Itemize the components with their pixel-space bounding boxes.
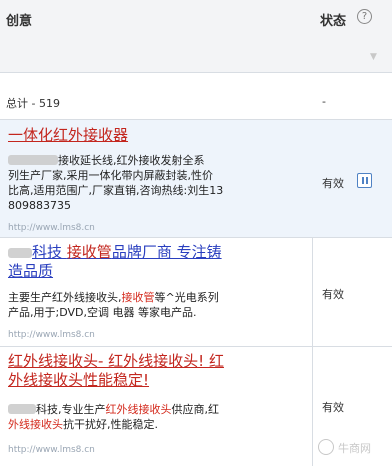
ad-desc-line: 809883735	[8, 199, 71, 212]
ad-creative-table: 创意 状态 ? ▼ 总计 - 519 - 一体化红外接收器 接收延长线,红外接收…	[0, 0, 392, 466]
total-count: 总计 - 519	[6, 97, 60, 110]
ad-url-1[interactable]: http://www.lms8.cn	[8, 223, 95, 233]
ad-title-text: 外线接收头性能稳定!	[8, 371, 150, 389]
ad-desc-line: 比高,适用范围广,厂家直销,咨询热线:刘生13	[8, 184, 224, 197]
watermark-logo-icon	[318, 439, 334, 455]
column-header-creative[interactable]: 创意	[6, 10, 32, 29]
total-row: 总计 - 519 -	[0, 73, 392, 120]
ad-title-keyword: 接收管	[66, 243, 112, 261]
watermark-text: 牛商网	[338, 442, 371, 455]
ad-desc-text: 科技,专业生产	[36, 403, 106, 416]
ad-desc-keyword: 外线接收头	[8, 418, 63, 431]
ad-status-1: 有效	[322, 177, 344, 190]
ad-title-text: 红外线接收头- 红外线接收头! 红	[8, 352, 224, 370]
redacted-smudge	[8, 155, 58, 165]
ad-desc-keyword: 红外线接收头	[105, 403, 172, 416]
redacted-smudge	[8, 404, 36, 414]
table-header: 创意 状态 ? ▼	[0, 0, 392, 73]
watermark: 牛商网	[318, 439, 371, 456]
pause-icon[interactable]	[357, 173, 372, 188]
column-header-status[interactable]: 状态	[320, 10, 346, 29]
ad-row-2: 科技 接收管品牌厂商 专注铸 造品质 主要生产红外线接收头,接收管等^光电系列 产…	[0, 238, 392, 347]
ad-title-3[interactable]: 红外线接收头- 红外线接收头! 红外线接收头性能稳定!	[8, 352, 304, 390]
question-circle-icon[interactable]: ?	[357, 9, 372, 24]
ad-desc-text: 等^光电系列	[154, 291, 219, 304]
ad-url-2[interactable]: http://www.lms8.cn	[8, 330, 95, 340]
ad-title-2[interactable]: 科技 接收管品牌厂商 专注铸造品质	[8, 243, 304, 281]
ad-description-2: 主要生产红外线接收头,接收管等^光电系列 产品,用于;DVD,空调 电器 等家电…	[8, 290, 308, 320]
ad-title-text: 科技	[32, 243, 63, 261]
ad-title-text: 造品质	[8, 262, 54, 280]
ad-desc-text: 产品,用于;DVD,空调 电器 等家电产品.	[8, 306, 197, 319]
ad-desc-text: 抗干扰好,性能稳定.	[63, 418, 158, 431]
ad-desc-line: 接收延长线,红外接收发射全系	[58, 154, 205, 167]
redacted-smudge	[8, 248, 32, 258]
ad-desc-line: 列生产厂家,采用一体化带内屏蔽封装,性价	[8, 169, 213, 182]
ad-description-3: 科技,专业生产红外线接收头供应商,红 外线接收头抗干扰好,性能稳定.	[8, 402, 308, 432]
ad-url-3[interactable]: http://www.lms8.cn	[8, 445, 95, 455]
ad-desc-text: 供应商,红	[171, 403, 220, 416]
ad-desc-keyword: 接收管	[121, 291, 155, 304]
ad-row-1: 一体化红外接收器 接收延长线,红外接收发射全系 列生产厂家,采用一体化带内屏蔽封…	[0, 120, 392, 238]
total-status: -	[322, 95, 326, 108]
ad-status-2: 有效	[322, 288, 344, 301]
ad-title-1[interactable]: 一体化红外接收器	[8, 126, 304, 145]
ad-description-1: 接收延长线,红外接收发射全系 列生产厂家,采用一体化带内屏蔽封装,性价 比高,适…	[8, 153, 308, 213]
ad-status-3: 有效	[322, 401, 344, 414]
ad-title-text: 品牌厂商 专注铸	[111, 243, 222, 261]
sort-arrow-icon[interactable]: ▼	[370, 52, 377, 62]
ad-desc-text: 主要生产红外线接收头,	[8, 291, 122, 304]
